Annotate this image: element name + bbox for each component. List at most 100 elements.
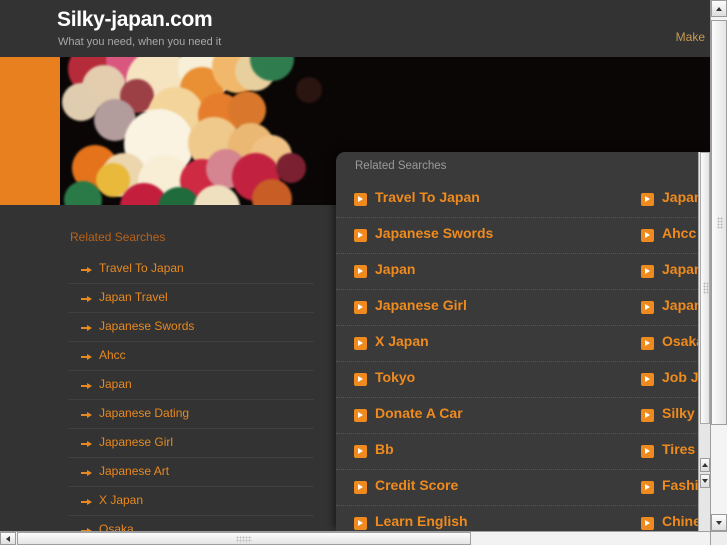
sidebar-item[interactable]: Osaka — [68, 516, 314, 531]
overlay-search-label: Ahcc — [662, 225, 696, 241]
scroll-grip-icon — [703, 282, 709, 294]
sidebar-heading: Related Searches — [70, 230, 165, 244]
orange-arrow-icon — [354, 301, 367, 314]
triangle-left-icon — [6, 536, 10, 542]
sidebar-item[interactable]: Japanese Dating — [68, 400, 314, 429]
sidebar-item[interactable]: Japanese Girl — [68, 429, 314, 458]
sidebar-item[interactable]: Ahcc — [68, 342, 314, 371]
orange-arrow-icon — [641, 409, 654, 422]
site-tagline: What you need, when you need it — [58, 36, 221, 48]
horizontal-scrollbar[interactable] — [0, 531, 710, 545]
sidebar-item-label: Japan — [99, 377, 132, 391]
overlay-search-label: Silky — [662, 405, 695, 421]
triangle-down-icon — [702, 479, 708, 483]
orange-arrow-icon — [354, 445, 367, 458]
browser-viewport: Silky-japan.com What you need, when you … — [0, 0, 710, 531]
sidebar-item-label: Japanese Girl — [99, 435, 173, 449]
site-header: Silky-japan.com What you need, when you … — [0, 0, 710, 57]
arrow-bullet-icon — [81, 296, 92, 302]
overlay-search-label: Japanese Girl — [375, 297, 467, 313]
orange-arrow-icon — [354, 373, 367, 386]
overlay-row: TokyoJob Jap — [336, 362, 710, 398]
overlay-search-label: Bb — [375, 441, 394, 457]
orange-arrow-icon — [354, 481, 367, 494]
arrow-bullet-icon — [81, 325, 92, 331]
orange-arrow-icon — [354, 193, 367, 206]
overlay-row: Donate A CarSilky — [336, 398, 710, 434]
orange-arrow-icon — [641, 445, 654, 458]
sidebar-related-searches-list: Travel To Japan Japan Travel Japanese Swor… — [68, 255, 314, 531]
overlay-search-label: X Japan — [375, 333, 429, 349]
sidebar-item[interactable]: X Japan — [68, 487, 314, 516]
orange-arrow-icon — [641, 517, 654, 530]
overlay-row: JapanJapane — [336, 254, 710, 290]
overlay-search-label: Tokyo — [375, 369, 415, 385]
sidebar-item-label: X Japan — [99, 493, 143, 507]
orange-arrow-icon — [641, 301, 654, 314]
sidebar-item-label: Japan Travel — [99, 290, 168, 304]
sidebar-item[interactable]: Travel To Japan — [68, 255, 314, 284]
orange-arrow-icon — [641, 265, 654, 278]
sidebar-item[interactable]: Japanese Art — [68, 458, 314, 487]
scroll-down-button[interactable] — [711, 514, 727, 531]
banner-orange-block — [0, 57, 60, 205]
scroll-grip-icon — [236, 536, 252, 543]
overlay-row: Japanese GirlJapane — [336, 290, 710, 326]
arrow-bullet-icon — [81, 441, 92, 447]
orange-arrow-icon — [354, 265, 367, 278]
arrow-bullet-icon — [81, 383, 92, 389]
overlay-row: Japanese Swords Ahcc — [336, 218, 710, 254]
sidebar-item[interactable]: Japanese Swords — [68, 313, 314, 342]
sidebar-item-label: Japanese Swords — [99, 319, 194, 333]
overlay-row: Bb Tires — [336, 434, 710, 470]
overlay-search-label: Credit Score — [375, 477, 458, 493]
orange-arrow-icon — [641, 229, 654, 242]
scroll-up-button[interactable] — [711, 0, 727, 17]
scroll-grip-icon — [717, 217, 723, 229]
overlay-row: Credit ScoreFashio — [336, 470, 710, 506]
overlay-inner-scroll-up-button[interactable] — [700, 458, 710, 472]
orange-arrow-icon — [641, 373, 654, 386]
overlay-search-label: Tires — [662, 441, 695, 457]
site-title: Silky-japan.com — [57, 8, 212, 32]
arrow-bullet-icon — [81, 470, 92, 476]
sidebar-item[interactable]: Japan Travel — [68, 284, 314, 313]
orange-arrow-icon — [354, 517, 367, 530]
overlay-row: Learn EnglishChines — [336, 506, 710, 531]
triangle-up-icon — [716, 7, 722, 11]
triangle-down-icon — [716, 521, 722, 525]
overlay-inner-scrollbar[interactable] — [698, 152, 710, 531]
orange-arrow-icon — [641, 193, 654, 206]
sidebar-item-label: Travel To Japan — [99, 261, 184, 275]
scrollbar-corner — [710, 531, 727, 545]
sidebar-item-label: Ahcc — [99, 348, 126, 362]
related-searches-overlay-panel: Related Searches Travel To JapanJapan TJ… — [336, 152, 710, 531]
arrow-bullet-icon — [81, 267, 92, 273]
arrow-bullet-icon — [81, 354, 92, 360]
overlay-search-label: Japan — [375, 261, 415, 277]
sidebar-item-label: Osaka — [99, 522, 134, 531]
vertical-scrollbar[interactable] — [710, 0, 727, 531]
overlay-inner-scroll-down-button[interactable] — [700, 474, 710, 488]
triangle-up-icon — [702, 463, 708, 467]
orange-arrow-icon — [641, 481, 654, 494]
orange-arrow-icon — [354, 409, 367, 422]
overlay-heading: Related Searches — [355, 160, 446, 172]
sidebar-item-label: Japanese Art — [99, 464, 169, 478]
overlay-row: Travel To JapanJapan T — [336, 182, 710, 218]
overlay-row: X JapanOsaka — [336, 326, 710, 362]
sidebar-item-label: Japanese Dating — [99, 406, 189, 420]
sidebar-item[interactable]: Japan — [68, 371, 314, 400]
vertical-scroll-track[interactable] — [711, 17, 727, 514]
overlay-inner-scroll-thumb[interactable] — [700, 152, 710, 424]
arrow-bullet-icon — [81, 412, 92, 418]
header-nav-link[interactable]: Make — [676, 30, 705, 44]
overlay-search-label: Travel To Japan — [375, 189, 480, 205]
overlay-search-label: Learn English — [375, 513, 468, 529]
vertical-scroll-thumb[interactable] — [711, 20, 727, 425]
overlay-search-label: Japanese Swords — [375, 225, 493, 241]
horizontal-scroll-thumb[interactable] — [17, 532, 471, 545]
scroll-left-button[interactable] — [0, 532, 16, 545]
orange-arrow-icon — [641, 337, 654, 350]
overlay-related-searches-grid: Travel To JapanJapan T Japanese Swords Ahc… — [336, 182, 710, 531]
